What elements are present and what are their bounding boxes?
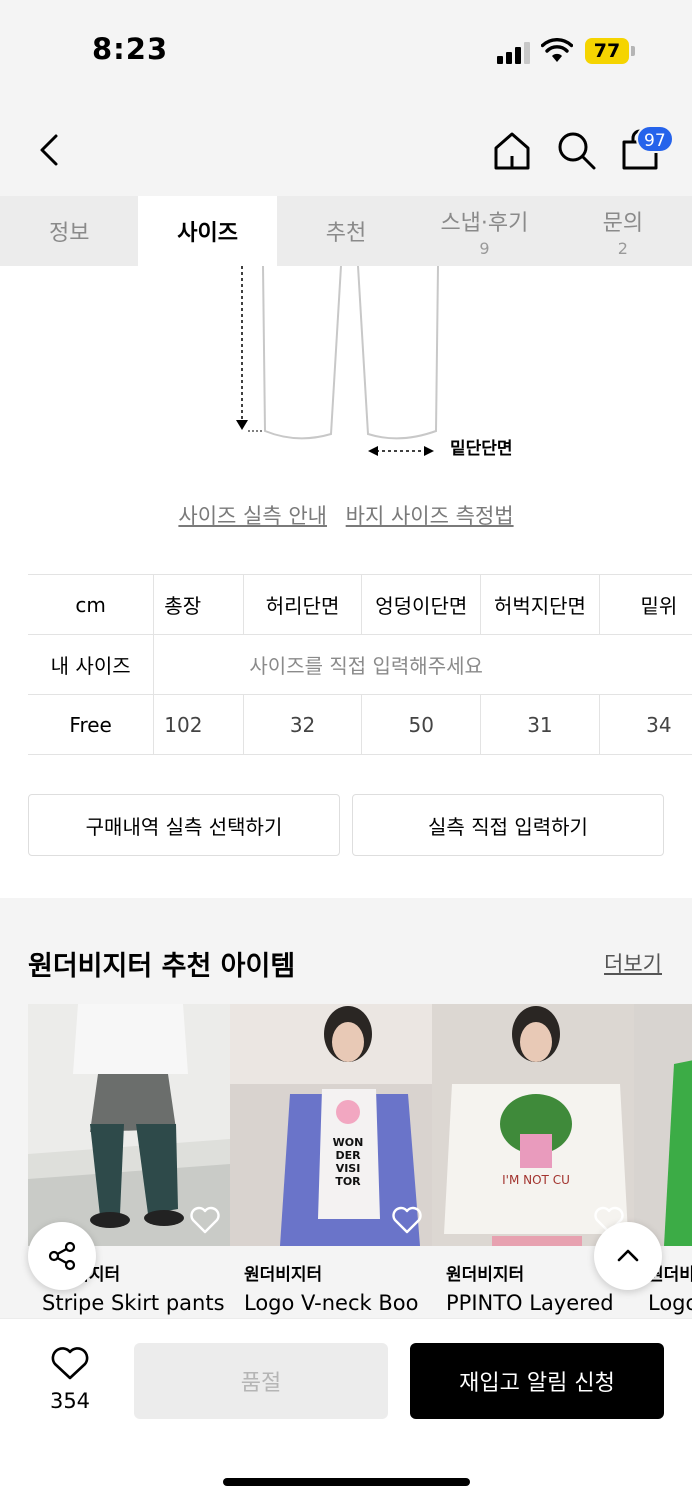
size-table: cm 총장 허리단면 엉덩이단면 허벅지단면 밑위 내 사이즈 사이즈를 직접 … <box>28 574 692 755</box>
tab-recommend[interactable]: 추천 <box>277 196 415 266</box>
svg-text:VISI: VISI <box>336 1162 361 1175</box>
product-image: I'M NOT CU <box>432 1004 634 1246</box>
direct-input-size-button[interactable]: 실측 직접 입력하기 <box>352 794 664 856</box>
cellular-signal-icon <box>497 40 531 64</box>
product-brand: 원더비지터 <box>244 1265 323 1285</box>
table-cell: 102 <box>153 694 244 755</box>
size-action-buttons: 구매내역 실측 선택하기 실측 직접 입력하기 <box>28 794 664 856</box>
product-tabs: 정보 사이즈 추천 스냅·후기 9 문의 2 <box>0 196 692 266</box>
battery-tip <box>631 46 635 56</box>
soldout-button: 품절 <box>134 1343 388 1419</box>
tab-label: 스냅·후기 <box>440 210 529 236</box>
back-arrow-icon[interactable] <box>30 128 70 172</box>
tab-info[interactable]: 정보 <box>0 196 138 266</box>
tab-label: 문의 <box>602 210 644 236</box>
size-name-cell: Free <box>28 694 154 755</box>
table-header-cell: 허리단면 <box>242 574 362 635</box>
share-icon <box>48 1241 76 1271</box>
table-cell: 34 <box>598 694 692 755</box>
product-image <box>28 1004 230 1246</box>
table-header-cell: 허벅지단면 <box>480 574 600 635</box>
product-image: WON DER VISI TOR <box>230 1004 432 1246</box>
cart-count-badge: 97 <box>636 125 674 153</box>
home-icon[interactable] <box>490 128 534 172</box>
scroll-to-top-button[interactable] <box>594 1222 662 1290</box>
my-size-input-placeholder[interactable]: 사이즈를 직접 입력해주세요 <box>153 634 692 695</box>
svg-text:TOR: TOR <box>335 1175 361 1188</box>
tab-label: 추천 <box>325 221 367 246</box>
top-navigation <box>0 100 692 196</box>
heart-icon[interactable] <box>392 1206 422 1234</box>
restock-alert-button[interactable]: 재입고 알림 신청 <box>410 1343 664 1419</box>
table-cell: 31 <box>480 694 600 755</box>
table-header-cell: 엉덩이단면 <box>361 574 481 635</box>
product-name: Stripe Skirt pants <box>42 1291 225 1315</box>
tab-count: 2 <box>617 238 628 258</box>
heart-icon[interactable] <box>190 1206 220 1234</box>
status-bar: 8:23 77 <box>0 0 692 100</box>
tab-size[interactable]: 사이즈 <box>138 196 277 266</box>
recommended-items-carousel[interactable]: 원더비지터 Stripe Skirt pants WON DER VISI TO… <box>28 1004 692 1328</box>
select-purchase-size-button[interactable]: 구매내역 실측 선택하기 <box>28 794 340 856</box>
chevron-up-icon <box>617 1249 639 1262</box>
table-header-cell: cm <box>28 574 154 635</box>
table-header-row: cm 총장 허리단면 엉덩이단면 허벅지단면 밑위 <box>28 574 692 635</box>
svg-text:I'M NOT CU: I'M NOT CU <box>502 1173 570 1187</box>
pants-size-diagram <box>236 266 439 456</box>
share-button[interactable] <box>28 1222 96 1290</box>
product-name: PPINTO Layered <box>446 1291 614 1315</box>
table-header-cell: 총장 <box>153 574 244 635</box>
wifi-icon <box>541 38 573 62</box>
tab-inquiry[interactable]: 문의 2 <box>554 196 692 266</box>
heart-icon <box>51 1347 89 1380</box>
bottom-action-bar: 354 품절 재입고 알림 신청 <box>0 1318 692 1500</box>
tab-label: 정보 <box>48 221 90 246</box>
status-time: 8:23 <box>92 32 169 66</box>
section-title: 원더비지터 추천 아이템 <box>28 951 296 982</box>
table-cell: 50 <box>361 694 481 755</box>
table-row: Free 102 32 50 31 34 <box>28 694 692 755</box>
svg-text:WON: WON <box>333 1136 364 1149</box>
diagram-label: 밑단단면 <box>450 439 513 459</box>
my-size-row[interactable]: 내 사이즈 사이즈를 직접 입력해주세요 <box>28 634 692 695</box>
recommended-items-section: 원더비지터 추천 아이템 더보기 원더비지터 <box>0 898 692 1328</box>
battery-indicator: 77 <box>585 38 629 64</box>
like-button[interactable]: 354 <box>40 1347 100 1413</box>
tab-snap-review[interactable]: 스냅·후기 9 <box>415 196 553 266</box>
size-guide-links: 사이즈 실측 안내 바지 사이즈 측정법 <box>0 500 692 530</box>
table-header-cell: 밑위 <box>598 574 692 635</box>
tab-count: 9 <box>479 238 490 258</box>
pants-measure-method-link[interactable]: 바지 사이즈 측정법 <box>346 504 514 528</box>
svg-text:DER: DER <box>335 1149 361 1162</box>
tab-label: 사이즈 <box>177 221 238 246</box>
search-icon[interactable] <box>554 128 598 172</box>
product-card[interactable]: WON DER VISI TOR 원더비지터 Logo V-neck Boo <box>230 1004 432 1315</box>
product-name: Logo V-neck Boo <box>244 1291 419 1315</box>
table-cell: 32 <box>242 694 362 755</box>
like-count: 354 <box>49 1389 91 1413</box>
my-size-label: 내 사이즈 <box>28 634 154 695</box>
more-link[interactable]: 더보기 <box>604 948 662 978</box>
home-indicator <box>223 1478 470 1486</box>
size-measure-guide-link[interactable]: 사이즈 실측 안내 <box>178 504 327 528</box>
product-image <box>634 1004 692 1246</box>
product-name: Logo <box>648 1291 692 1315</box>
